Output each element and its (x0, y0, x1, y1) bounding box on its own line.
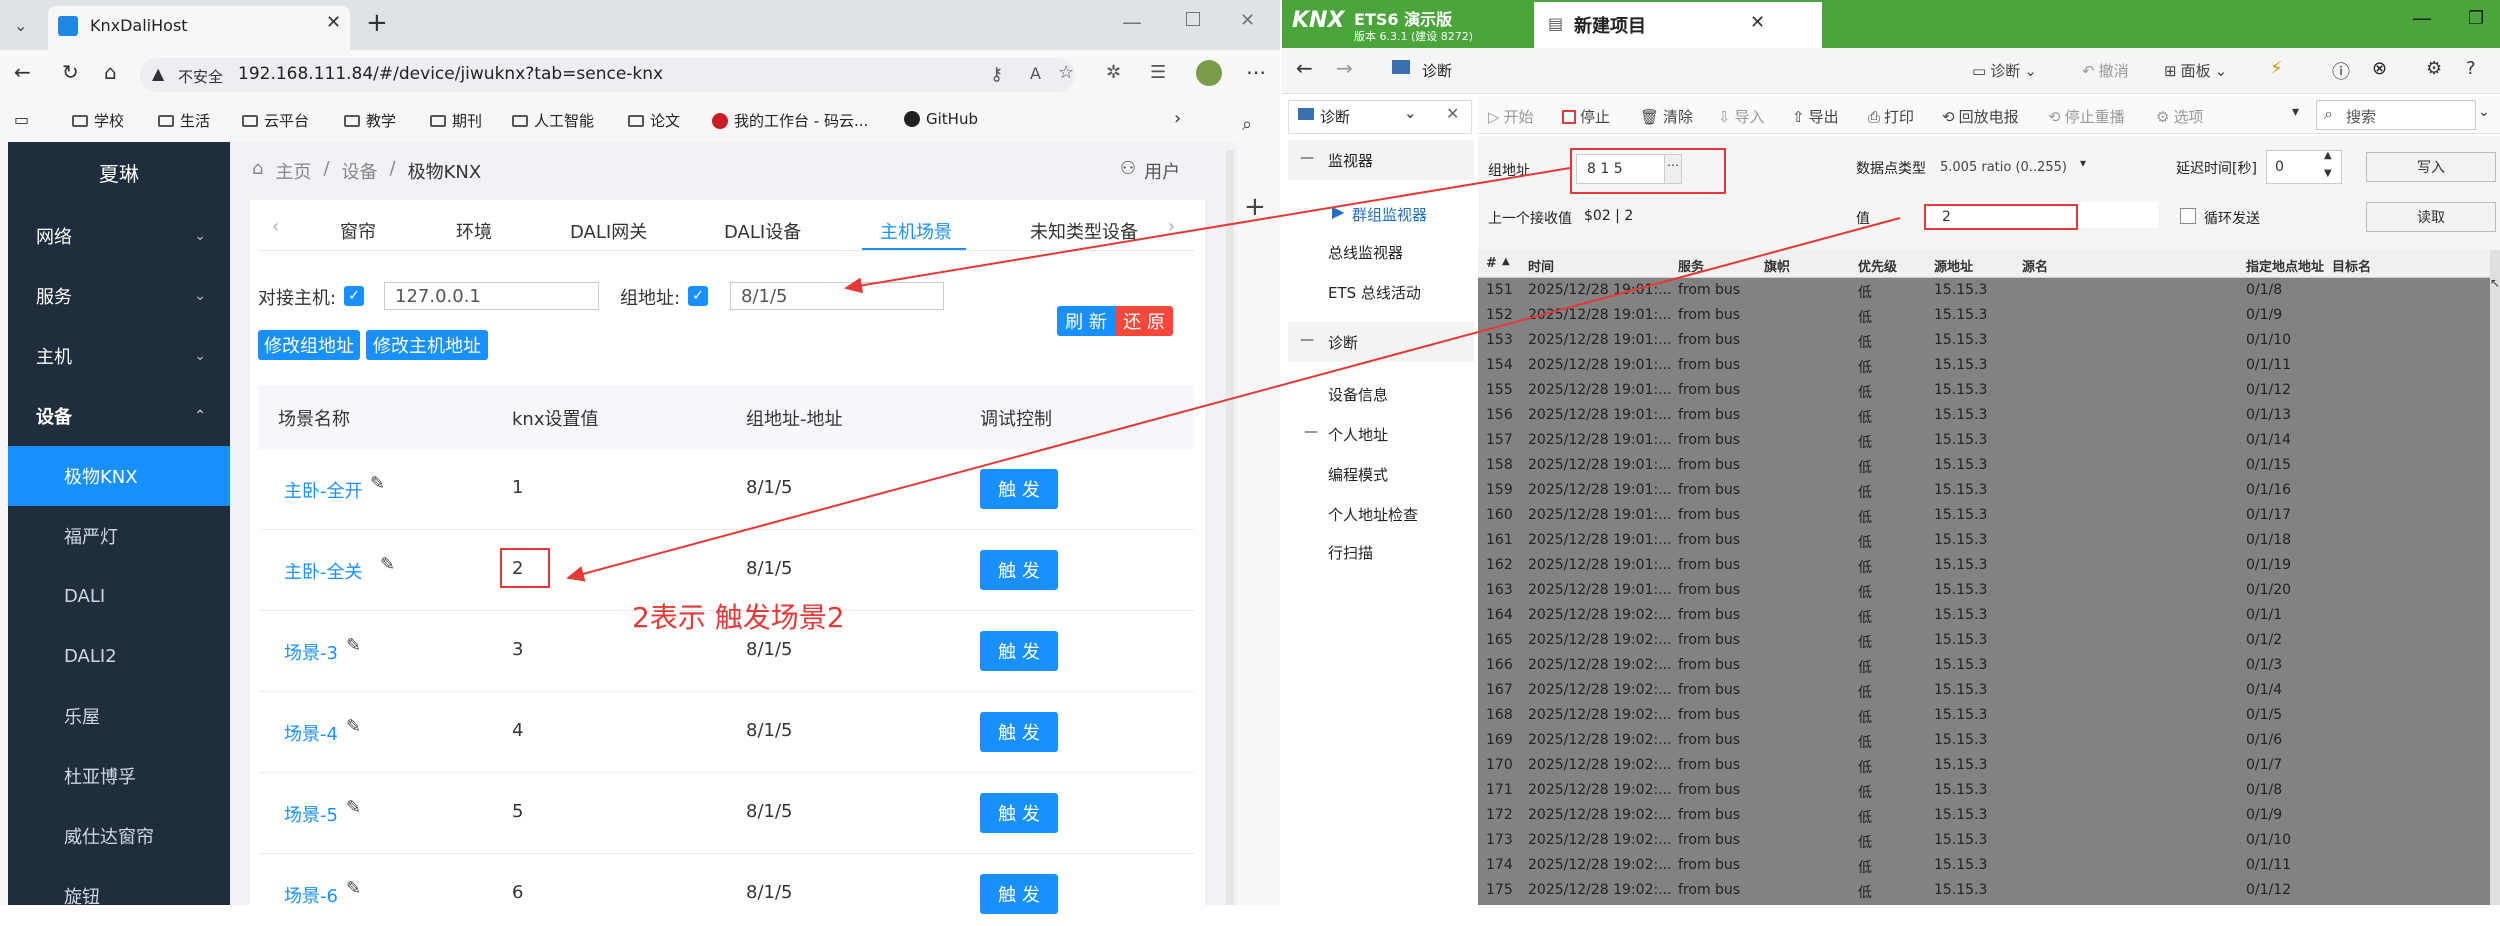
arrow-group-address (844, 167, 1571, 294)
arrow-value (566, 217, 1901, 582)
annotation-arrows (566, 167, 1901, 582)
